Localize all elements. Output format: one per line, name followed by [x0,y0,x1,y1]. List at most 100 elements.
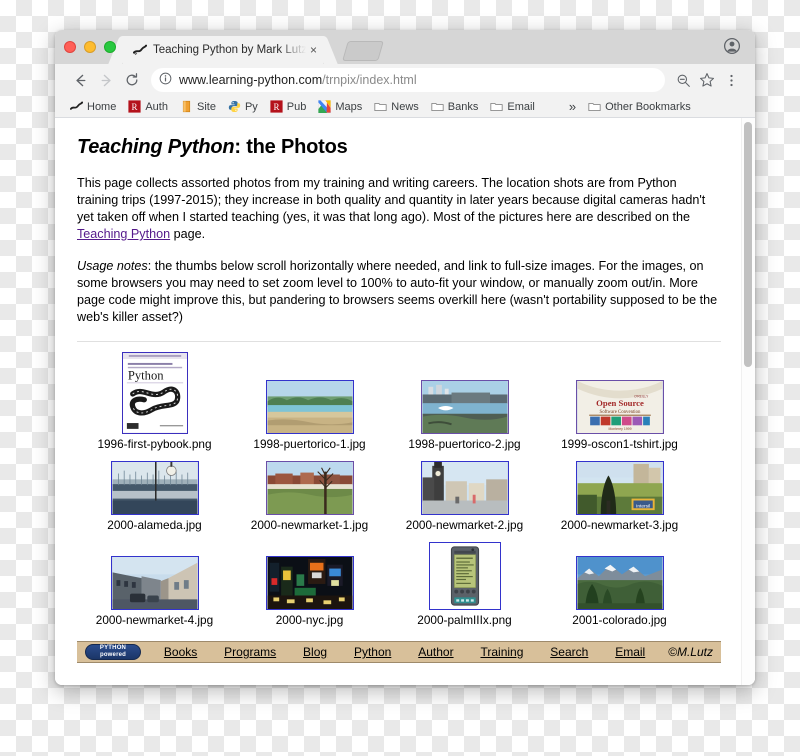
thumbnail-image-2001-colorado[interactable] [575,556,664,610]
footer-link-python[interactable]: Python [350,645,395,659]
footer-link-author[interactable]: Author [414,645,457,659]
thumbnail-item[interactable]: 2000-newmarket-1.jpg [232,461,387,532]
svg-text:Monterey 1999: Monterey 1999 [608,427,631,431]
footer-link-email[interactable]: Email [611,645,649,659]
bookmark-py[interactable]: Py [223,99,263,114]
bookmark-auth[interactable]: R Auth [123,99,173,114]
thumbnail-caption: 2000-newmarket-1.jpg [250,518,369,532]
footer-link-blog[interactable]: Blog [299,645,331,659]
maximize-window-button[interactable] [104,41,116,53]
thumbnail-image-2000-nyc[interactable] [265,556,354,610]
footer-link-books[interactable]: Books [160,645,201,659]
svg-text:O'REILLY: O'REILLY [634,394,649,398]
close-window-button[interactable] [64,41,76,53]
oreilly-red-icon: R [270,100,283,113]
thumbnail-image-1996-first-pybook[interactable]: Python [121,352,188,434]
oreilly-red-icon: R [128,100,141,113]
tab-title: Teaching Python by Mark Lutz [153,44,306,56]
bookmarks-overflow-button[interactable]: » [564,99,581,114]
bookmark-label: Home [87,100,117,113]
reload-button[interactable] [119,67,145,93]
minimize-window-button[interactable] [84,41,96,53]
thumbnail-image-2000-newmarket-1[interactable] [265,461,354,515]
svg-text:Software Convention: Software Convention [599,410,641,415]
thumbnail-item[interactable]: Open Source O'REILLY Software Convention [542,380,697,451]
bookmark-pub[interactable]: R Pub [265,99,312,114]
thumbnail-item[interactable]: 2000-newmarket-4.jpg [77,556,232,627]
badge-line-2: powered [99,652,127,658]
thumbnail-item[interactable]: 2000-nyc.jpg [232,556,387,627]
page-viewport: Teaching Python: the Photos This page co… [55,118,755,685]
footer-copyright: ©M.Lutz [668,645,713,659]
web-page-content: Teaching Python: the Photos This page co… [55,118,741,685]
star-icon[interactable] [695,68,719,92]
address-bar[interactable]: www.learning-python.com/trnpix/index.htm… [151,68,665,92]
bookmark-label: Py [244,100,258,113]
badge-line-1: PYTHON [99,645,127,651]
thumbnail-caption: 2001-colorado.jpg [572,613,667,627]
thumbnail-caption: 1999-oscon1-tshirt.jpg [561,437,678,451]
bookmark-label: Site [196,100,216,113]
python-snake-icon [69,100,84,113]
thumbnail-image-2000-newmarket-4[interactable] [110,556,199,610]
window-traffic-lights [64,41,116,53]
thumbnail-item[interactable]: Intersil 2000-newmarket-3.jpg [542,461,697,532]
python-snake-icon [132,43,148,57]
forward-button[interactable] [93,67,119,93]
thumbnail-item[interactable]: 2000-newmarket-2.jpg [387,461,542,532]
other-bookmarks-label: Other Bookmarks [605,100,691,113]
thumbnail-item[interactable]: 2001-colorado.jpg [542,556,697,627]
bookmark-folder-email[interactable]: Email [485,99,540,114]
bookmark-folder-news[interactable]: News [369,99,424,114]
three-dot-menu-icon[interactable] [719,68,743,92]
svg-text:Open Source: Open Source [596,398,644,408]
zoom-out-icon[interactable] [671,68,695,92]
bookmark-label: Pub [286,100,307,113]
folder-icon [431,100,444,113]
thumbnail-item[interactable]: Python 1996-first-pybook.png [77,352,232,451]
vertical-scrollbar[interactable] [741,118,755,685]
svg-text:Python: Python [127,368,163,382]
thumbnail-image-2000-newmarket-3[interactable]: Intersil [575,461,664,515]
back-button[interactable] [67,67,93,93]
other-bookmarks-button[interactable]: Other Bookmarks [583,99,696,114]
footer-link-training[interactable]: Training [476,645,527,659]
site-footer-nav: PYTHON powered Books Programs Blog Pytho… [77,641,721,663]
google-maps-icon [318,100,332,113]
footer-link-programs[interactable]: Programs [220,645,280,659]
teaching-python-link[interactable]: Teaching Python [77,227,170,241]
browser-tab-active[interactable]: Teaching Python by Mark Lutz × [123,36,323,64]
thumbnail-caption: 1998-puertorico-1.jpg [253,437,366,451]
thumbnail-caption: 1996-first-pybook.png [97,437,212,451]
thumbnail-row: 2000-newmarket-4.jpg 2000-nyc.jpg 2000-p… [77,542,721,637]
bookmark-folder-banks[interactable]: Banks [426,99,484,114]
thumbnail-item[interactable]: 1998-puertorico-1.jpg [232,380,387,451]
thumbnail-image-1999-oscon1-tshirt[interactable]: Open Source O'REILLY Software Convention [575,380,664,434]
thumbnail-item[interactable]: 2000-alameda.jpg [77,461,232,532]
page-title: Teaching Python: the Photos [77,136,721,159]
folder-icon [374,100,387,113]
thumbnail-caption: 2000-newmarket-4.jpg [95,613,214,627]
bookmark-site[interactable]: Site [175,99,221,114]
bookmark-maps[interactable]: Maps [313,99,367,114]
close-tab-button[interactable]: × [310,44,317,56]
footer-link-search[interactable]: Search [546,645,592,659]
thumbnail-image-1998-puertorico-1[interactable] [265,380,354,434]
thumbnail-image-2000-newmarket-2[interactable] [420,461,509,515]
folder-icon [588,100,601,113]
scrollbar-thumb[interactable] [744,122,752,367]
profile-avatar-icon[interactable] [723,37,741,55]
site-info-icon[interactable] [159,72,172,88]
thumbnail-image-1998-puertorico-2[interactable] [420,380,509,434]
bookmarks-bar: Home R Auth Site Py R Pub Maps News Bank… [55,96,755,118]
thumbnail-row: 2000-alameda.jpg 2000-newmarket-1.jpg 20… [77,461,721,542]
thumbnail-image-2000-palmIIIx[interactable] [428,542,501,610]
thumbnail-image-2000-alameda[interactable] [110,461,199,515]
thumbnail-item[interactable]: 2000-palmIIIx.png [387,542,542,627]
svg-text:Intersil: Intersil [636,503,650,509]
new-tab-button[interactable] [342,41,384,61]
thumbnail-item[interactable]: 1998-puertorico-2.jpg [387,380,542,451]
svg-text:R: R [273,102,279,112]
bookmark-home[interactable]: Home [65,99,121,114]
python-powered-badge[interactable]: PYTHON powered [85,644,141,660]
